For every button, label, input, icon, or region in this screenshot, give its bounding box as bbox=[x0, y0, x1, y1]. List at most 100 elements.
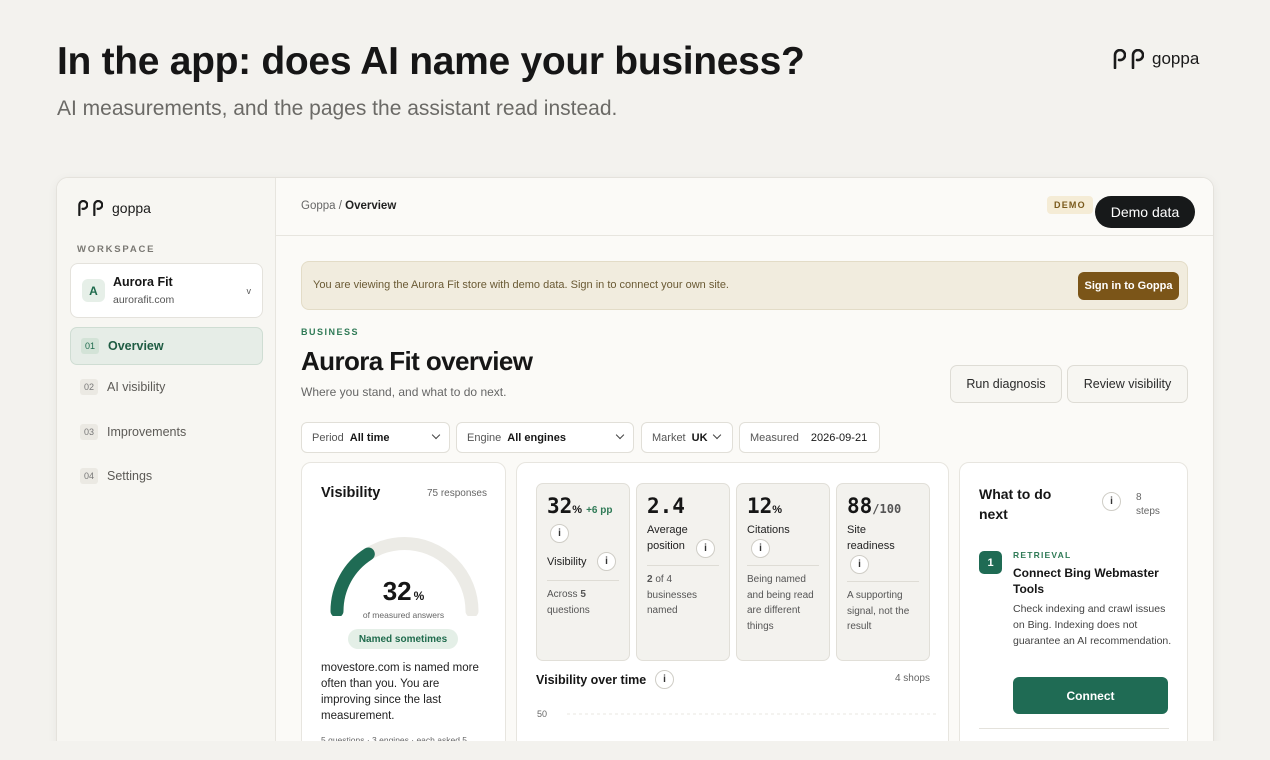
brand-logo: goppa bbox=[1112, 49, 1199, 69]
metric-desc-text: named bbox=[647, 605, 678, 616]
metric-description: A supporting signal, not the result bbox=[847, 590, 910, 632]
metric-label: Visibility bbox=[547, 556, 587, 568]
workspace-name: Aurora Fit bbox=[113, 275, 173, 289]
filter-label: Market bbox=[652, 431, 686, 444]
next-steps-title: What to do next bbox=[979, 486, 1052, 522]
metric-label-line: Average bbox=[647, 524, 688, 536]
metric-description: 2 of 4 businesses named bbox=[647, 572, 725, 619]
metric-label: Site readiness bbox=[847, 522, 895, 554]
info-icon[interactable]: i bbox=[850, 555, 869, 574]
visibility-note: movestore.com is named more often than y… bbox=[321, 662, 479, 722]
sidebar-item-settings[interactable]: 04 Settings bbox=[70, 457, 263, 495]
filter-value: UK bbox=[691, 431, 708, 444]
main-content: Goppa / Overview DEMO Demo data You are … bbox=[276, 178, 1213, 760]
info-icon[interactable]: i bbox=[550, 524, 569, 543]
sign-in-button[interactable]: Sign in to Goppa bbox=[1078, 272, 1179, 300]
topbar: Goppa / Overview DEMO Demo data bbox=[276, 178, 1213, 236]
workspace-avatar: A bbox=[82, 279, 105, 302]
metric-unit: % bbox=[572, 504, 583, 516]
metric-value: 12% bbox=[747, 494, 782, 518]
visibility-unit: % bbox=[413, 589, 425, 603]
nav-label: Overview bbox=[108, 339, 164, 353]
y-tick-label: 50 bbox=[537, 709, 547, 719]
breadcrumb-separator: / bbox=[335, 200, 346, 212]
measured-date: Measured 2026-09-21 bbox=[739, 422, 880, 453]
sidebar-item-ai-visibility[interactable]: 02 AI visibility bbox=[70, 368, 263, 406]
workspace-domain: aurorafit.com bbox=[113, 294, 175, 306]
metric-label: Average position bbox=[647, 522, 688, 554]
nav-number: 03 bbox=[80, 424, 98, 440]
metric-citations: 12% Citations i Being named and being re… bbox=[736, 483, 830, 661]
metric-unit: % bbox=[772, 504, 783, 516]
steps-word: steps bbox=[1136, 506, 1160, 517]
shops-count: 4 shops bbox=[894, 673, 930, 684]
demo-data-button[interactable]: Demo data bbox=[1095, 196, 1195, 228]
divider bbox=[979, 728, 1169, 729]
metric-label: Citations bbox=[747, 524, 790, 536]
market-filter[interactable]: Market UK bbox=[641, 422, 733, 453]
banner-text: You are viewing the Aurora Fit store wit… bbox=[313, 279, 729, 291]
metrics-card: 32% +6 pp i Visibility i Across 5 question… bbox=[516, 462, 949, 760]
hero-subtitle: AI measurements, and the pages the assis… bbox=[57, 97, 618, 120]
info-icon[interactable]: i bbox=[1102, 492, 1121, 511]
metric-desc-bold: 5 bbox=[580, 589, 586, 600]
demo-banner: You are viewing the Aurora Fit store wit… bbox=[301, 261, 1188, 310]
filter-value: 2026-09-21 bbox=[810, 431, 868, 444]
info-icon[interactable]: i bbox=[696, 539, 715, 558]
hero-title: In the app: does AI name your business? bbox=[57, 40, 805, 83]
metric-delta: +6 pp bbox=[586, 505, 613, 516]
workspace-switcher[interactable]: A Aurora Fit aurorafit.com v bbox=[70, 263, 263, 318]
metric-number: 32 bbox=[547, 494, 573, 518]
info-icon[interactable]: i bbox=[655, 670, 674, 689]
metric-label-line: position bbox=[647, 540, 685, 552]
filter-label: Measured bbox=[750, 431, 799, 444]
connect-button[interactable]: Connect bbox=[1013, 677, 1168, 714]
sidebar-item-improvements[interactable]: 03 Improvements bbox=[70, 413, 263, 451]
steps-number: 8 bbox=[1136, 492, 1142, 503]
breadcrumb: Goppa / Overview bbox=[301, 200, 396, 212]
metric-desc-text: questions bbox=[547, 604, 590, 616]
section-kicker: BUSINESS bbox=[301, 327, 360, 337]
sidebar-brand-name: goppa bbox=[112, 200, 151, 216]
chevron-down-icon bbox=[712, 430, 722, 440]
nav-number: 02 bbox=[80, 379, 98, 395]
step-description: Check indexing and crawl issues on Bing.… bbox=[1013, 603, 1172, 647]
status-badge: Named sometimes bbox=[348, 629, 458, 649]
chevron-down-icon bbox=[615, 430, 625, 440]
workspace-label: WORKSPACE bbox=[77, 244, 156, 255]
review-visibility-button[interactable]: Review visibility bbox=[1067, 365, 1188, 403]
page-bottom-edge bbox=[0, 741, 1270, 760]
app-window: goppa WORKSPACE A Aurora Fit aurorafit.c… bbox=[56, 177, 1214, 760]
info-icon[interactable]: i bbox=[597, 552, 616, 571]
nav-number: 01 bbox=[81, 338, 99, 354]
filter-value: All time bbox=[349, 431, 390, 444]
info-icon[interactable]: i bbox=[751, 539, 770, 558]
engine-filter[interactable]: Engine All engines bbox=[456, 422, 634, 453]
sidebar-brand[interactable]: goppa bbox=[77, 200, 151, 216]
filter-label: Engine bbox=[467, 431, 502, 444]
divider bbox=[847, 581, 919, 582]
metric-number: 88 bbox=[847, 494, 873, 518]
metric-value: 88/100 bbox=[847, 494, 901, 518]
metric-description: Being named and being read are different… bbox=[747, 574, 814, 632]
divider bbox=[647, 565, 719, 566]
visibility-title: Visibility bbox=[321, 485, 381, 501]
metric-value: 2.4 bbox=[647, 494, 685, 518]
step-number: 1 bbox=[979, 551, 1002, 574]
breadcrumb-parent[interactable]: Goppa bbox=[301, 200, 336, 212]
step-kicker: RETRIEVAL bbox=[1013, 550, 1072, 560]
sidebar-item-overview[interactable]: 01 Overview bbox=[70, 327, 263, 365]
next-steps-card: What to do next i 8 steps 1 RETRIEVAL Con… bbox=[959, 462, 1188, 760]
brand-name: goppa bbox=[1152, 49, 1200, 68]
run-diagnosis-button[interactable]: Run diagnosis bbox=[950, 365, 1062, 403]
goppa-logo-icon bbox=[77, 200, 103, 216]
nav-number: 04 bbox=[80, 468, 98, 484]
metric-site-readiness: 88/100 Site readiness i A supporting sign… bbox=[836, 483, 930, 661]
sidebar: goppa WORKSPACE A Aurora Fit aurorafit.c… bbox=[57, 178, 276, 760]
gauge-caption: of measured answers bbox=[362, 610, 445, 620]
metric-label-line: Site bbox=[847, 524, 866, 536]
period-filter[interactable]: Period All time bbox=[301, 422, 450, 453]
metric-desc-text: Across bbox=[547, 589, 581, 600]
filter-value: All engines bbox=[507, 431, 566, 444]
divider bbox=[747, 565, 819, 566]
